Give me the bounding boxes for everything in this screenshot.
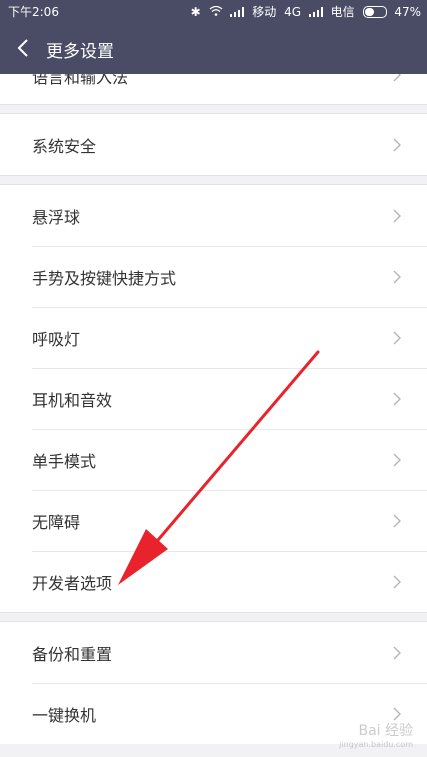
app-header: 更多设置: [0, 22, 427, 74]
chevron-right-icon: [393, 270, 401, 283]
chevron-right-icon: [393, 453, 401, 466]
settings-list: 语言和输入法 系统安全悬浮球手势及按键快捷方式 呼吸灯耳机和音效单手模式无障碍开发…: [0, 74, 427, 744]
list-item[interactable]: 备份和重置: [0, 622, 427, 683]
chevron-right-icon: [393, 575, 401, 588]
list-item[interactable]: 无障碍: [0, 490, 427, 551]
group-divider: [0, 175, 427, 185]
group-divider: [0, 104, 427, 114]
list-item-label: 语言和输入法: [32, 74, 129, 87]
chevron-right-icon: [393, 514, 401, 527]
back-button[interactable]: [14, 37, 34, 59]
network-type: 4G: [284, 5, 301, 19]
list-item-label: 悬浮球: [32, 207, 81, 227]
list-item[interactable]: 单手模式: [0, 429, 427, 490]
chevron-right-icon: [393, 138, 401, 151]
list-item[interactable]: 悬浮球: [0, 185, 427, 246]
list-item[interactable]: 耳机和音效: [0, 368, 427, 429]
battery-level: 47%: [394, 5, 421, 19]
watermark: Bai 经验 jingyan.baidu.com: [339, 723, 413, 751]
carrier-1: 移动: [252, 5, 277, 19]
wifi-icon: [209, 5, 227, 19]
page-title: 更多设置: [46, 42, 114, 62]
bluetooth-icon: ✱: [190, 5, 201, 19]
chevron-right-icon: [393, 331, 401, 344]
list-item-label: 耳机和音效: [32, 390, 113, 410]
list-item-partial[interactable]: 语言和输入法: [0, 74, 427, 104]
list-item-label: 一键换机: [32, 705, 97, 725]
chevron-right-icon: [393, 209, 401, 222]
status-icons: ✱ 移动 4G 电信 47%: [187, 3, 421, 20]
list-item[interactable]: 手势及按键快捷方式: [0, 246, 427, 307]
signal-icon: [230, 7, 245, 17]
chevron-right-icon: [393, 646, 401, 659]
watermark-logo: Bai 经验: [358, 723, 413, 739]
status-time: 下午2:06: [8, 5, 59, 19]
list-item[interactable]: 系统安全: [0, 114, 427, 175]
battery-icon: [362, 6, 387, 18]
signal-icon-2: [308, 7, 323, 17]
list-item-label: 系统安全: [32, 136, 97, 156]
list-item-label: 备份和重置: [32, 644, 113, 664]
chevron-left-icon: [17, 39, 28, 57]
chevron-right-icon: [393, 707, 401, 720]
settings-group: 悬浮球手势及按键快捷方式 呼吸灯耳机和音效单手模式无障碍开发者选项: [0, 185, 427, 612]
list-item[interactable]: 呼吸灯: [0, 307, 427, 368]
list-item-label: 手势及按键快捷方式: [32, 268, 177, 288]
settings-group: 系统安全: [0, 114, 427, 175]
chevron-right-icon: [393, 392, 401, 405]
watermark-url: jingyan.baidu.com: [339, 740, 413, 749]
list-item-label: 开发者选项: [32, 573, 113, 593]
list-item-label: 无障碍: [32, 512, 81, 532]
list-item[interactable]: 开发者选项: [0, 551, 427, 612]
group-divider: [0, 612, 427, 622]
list-item-label: 单手模式: [32, 451, 97, 471]
chevron-right-icon: [393, 74, 401, 82]
carrier-2: 电信: [330, 5, 355, 19]
list-item-label: 呼吸灯: [32, 329, 81, 349]
status-bar: 下午2:06 ✱ 移动 4G 电信 47%: [0, 0, 427, 22]
